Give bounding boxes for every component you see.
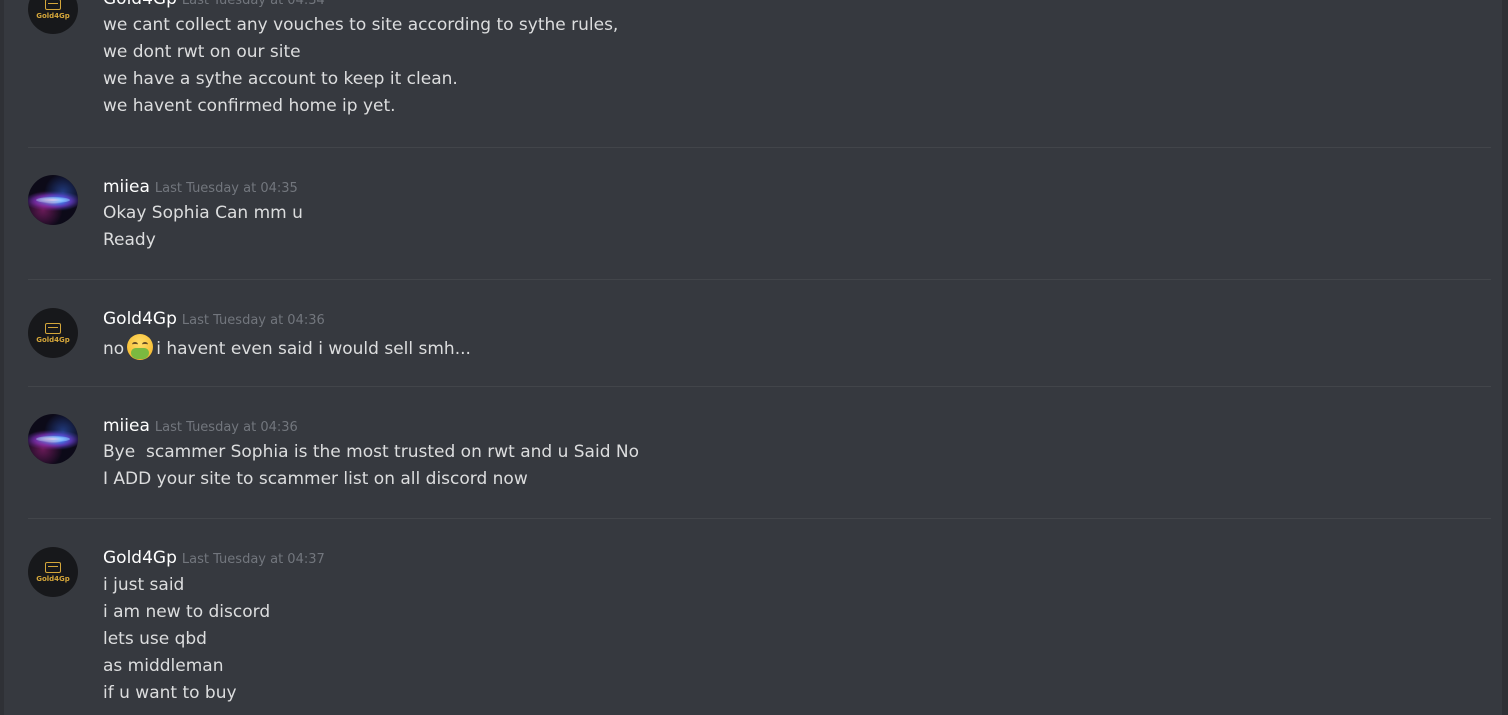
avatar-logo-text: Gold4Gp — [36, 574, 70, 583]
message-divider — [28, 386, 1491, 387]
emoji-eye — [132, 342, 139, 347]
message-line: Okay Sophia Can mm u — [103, 203, 303, 223]
message-content: i just said i am new to discord lets use… — [103, 572, 270, 707]
message-divider — [28, 518, 1491, 519]
chat-messages: Gold4Gp Gold4Gp Last Tuesday at 04:34 we … — [0, 0, 1508, 715]
message-group: Gold4Gp Gold4Gp Last Tuesday at 04:36 no i… — [0, 308, 1490, 368]
avatar[interactable]: Gold4Gp — [28, 0, 78, 34]
timestamp: Last Tuesday at 04:36 — [154, 420, 298, 435]
message-line: if u want to buy — [103, 683, 237, 703]
message-header: Gold4Gp Last Tuesday at 04:34 — [103, 0, 325, 12]
message-divider — [28, 147, 1491, 148]
avatar-logo-text: Gold4Gp — [36, 335, 70, 344]
message-line: Ready — [103, 230, 156, 250]
timestamp: Last Tuesday at 04:34 — [181, 0, 325, 8]
username[interactable]: Gold4Gp — [103, 0, 177, 9]
message-line: we dont rwt on our site — [103, 42, 301, 62]
message-group: Gold4Gp Gold4Gp Last Tuesday at 04:37 i j… — [0, 547, 1490, 715]
message-group: miiea Last Tuesday at 04:36 Bye scammer S… — [0, 414, 1490, 494]
message-content: no i havent even said i would sell smh... — [103, 334, 471, 363]
message-header: Gold4Gp Last Tuesday at 04:36 — [103, 308, 325, 332]
message-content: Bye scammer Sophia is the most trusted o… — [103, 439, 639, 493]
message-line: lets use qbd — [103, 629, 207, 649]
message-header: Gold4Gp Last Tuesday at 04:37 — [103, 547, 325, 571]
timestamp: Last Tuesday at 04:37 — [181, 552, 325, 567]
message-line: no i havent even said i would sell smh... — [103, 334, 471, 363]
message-line: i just said — [103, 575, 185, 595]
message-content: Okay Sophia Can mm u Ready — [103, 200, 303, 254]
username[interactable]: miiea — [103, 416, 150, 436]
message-divider — [28, 279, 1491, 280]
emoji-eye — [142, 342, 149, 347]
username[interactable]: miiea — [103, 177, 150, 197]
timestamp: Last Tuesday at 04:35 — [154, 181, 298, 196]
face-vomiting-emoji[interactable] — [127, 334, 154, 360]
avatar[interactable] — [28, 414, 78, 464]
message-line: I ADD your site to scammer list on all d… — [103, 469, 528, 489]
message-line: we cant collect any vouches to site acco… — [103, 15, 619, 35]
message-line: we havent confirmed home ip yet. — [103, 96, 396, 116]
message-header: miiea Last Tuesday at 04:35 — [103, 176, 298, 200]
wallet-icon — [45, 0, 61, 10]
message-line: Bye scammer Sophia is the most trusted o… — [103, 442, 640, 462]
username[interactable]: Gold4Gp — [103, 309, 177, 329]
message-header: miiea Last Tuesday at 04:36 — [103, 415, 298, 439]
message-line: as middleman — [103, 656, 224, 676]
avatar[interactable] — [28, 175, 78, 225]
message-line: i am new to discord — [103, 602, 271, 622]
message-group: Gold4Gp Gold4Gp Last Tuesday at 04:34 we … — [0, 0, 1490, 134]
wallet-icon — [45, 561, 61, 573]
avatar-logo-text: Gold4Gp — [36, 11, 70, 20]
avatar[interactable]: Gold4Gp — [28, 547, 78, 597]
message-text: no — [103, 339, 125, 359]
timestamp: Last Tuesday at 04:36 — [181, 313, 325, 328]
wallet-icon — [45, 322, 61, 334]
emoji-vomit — [131, 348, 150, 359]
message-content: we cant collect any vouches to site acco… — [103, 12, 618, 120]
avatar[interactable]: Gold4Gp — [28, 308, 78, 358]
message-line: we have a sythe account to keep it clean… — [103, 69, 458, 89]
username[interactable]: Gold4Gp — [103, 548, 177, 568]
message-group: miiea Last Tuesday at 04:35 Okay Sophia C… — [0, 175, 1490, 255]
message-text: i havent even said i would sell smh... — [156, 339, 471, 359]
